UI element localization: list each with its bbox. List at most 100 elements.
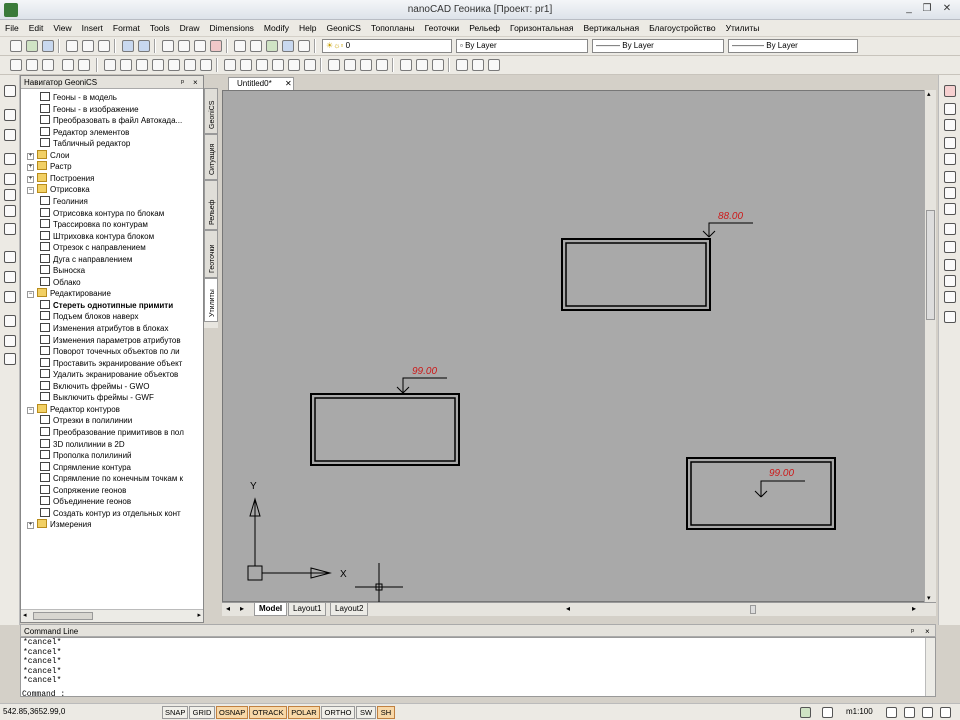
menu-dimensions[interactable]: Dimensions xyxy=(205,20,259,36)
polygon-icon[interactable] xyxy=(78,59,90,71)
expand-icon[interactable]: + xyxy=(27,175,34,183)
side-tab-geotochki[interactable]: Геоточки xyxy=(204,230,218,278)
menu-insert[interactable]: Insert xyxy=(77,20,108,36)
close-window-button[interactable]: ✕ xyxy=(940,3,954,16)
sw-toggle[interactable]: SW xyxy=(356,706,376,719)
scale-icon[interactable] xyxy=(200,59,212,71)
layers-icon[interactable] xyxy=(266,40,278,52)
spline-icon[interactable] xyxy=(152,59,164,71)
minimize-button[interactable]: _ xyxy=(902,3,916,16)
tree-item[interactable]: Выноска xyxy=(40,265,85,277)
tree-item[interactable]: Табличный редактор xyxy=(40,138,130,150)
insert-block-tool-icon[interactable] xyxy=(4,271,16,283)
tree-item[interactable]: Подъем блоков наверх xyxy=(40,311,138,323)
parcel-rectangle-2[interactable] xyxy=(310,393,460,466)
expand-icon[interactable]: + xyxy=(27,152,34,160)
tree-item[interactable]: Сопряжение геонов xyxy=(40,484,126,497)
collapse-icon[interactable]: − xyxy=(27,187,34,195)
color-combo[interactable]: ▫ By Layer xyxy=(456,39,588,53)
menu-draw[interactable]: Draw xyxy=(175,20,205,36)
move-icon[interactable] xyxy=(184,59,196,71)
snap-toggle[interactable]: SNAP xyxy=(162,706,188,719)
tree-item[interactable]: Облако xyxy=(40,276,81,289)
menu-relief[interactable]: Рельеф xyxy=(464,20,505,36)
menu-improvement[interactable]: Благоустройство xyxy=(644,20,721,36)
tree-folder[interactable]: + Измерения xyxy=(27,519,91,531)
menu-geonics[interactable]: GeoniCS xyxy=(321,20,366,36)
parcel-rectangle-1[interactable] xyxy=(561,238,711,311)
scroll-thumb[interactable] xyxy=(33,612,93,620)
fillet-tool-icon[interactable] xyxy=(944,311,956,323)
sh-toggle[interactable]: SH xyxy=(377,706,395,719)
scroll-right-icon[interactable]: ▸ xyxy=(197,611,201,619)
command-scrollbar[interactable] xyxy=(925,638,935,696)
rotate-icon[interactable] xyxy=(168,59,180,71)
tree-item[interactable]: Геоны - в изображение xyxy=(40,103,139,116)
redo-icon[interactable] xyxy=(138,40,150,52)
lock-icon[interactable] xyxy=(822,707,833,718)
settings-icon[interactable] xyxy=(922,707,933,718)
new-file-icon[interactable] xyxy=(10,40,22,52)
clean-screen-icon[interactable] xyxy=(904,707,915,718)
ortho-toggle[interactable]: ORTHO xyxy=(321,706,355,719)
tree-item[interactable]: Преобразовать в файл Автокада... xyxy=(40,115,182,127)
eye-tool-icon[interactable] xyxy=(4,315,16,327)
regen-icon[interactable] xyxy=(304,59,316,71)
arc-icon[interactable] xyxy=(120,59,132,71)
tree-item[interactable]: Изменения параметров атрибутов xyxy=(40,334,181,347)
region-tool-icon[interactable] xyxy=(4,353,16,365)
side-tab-utilities[interactable]: Утилиты xyxy=(204,278,218,322)
lineweight-combo[interactable]: ———— By Layer xyxy=(728,39,858,53)
expand-icon[interactable]: + xyxy=(27,164,34,172)
polyline-tool-icon[interactable] xyxy=(4,189,16,201)
maximize-button[interactable]: ❐ xyxy=(920,3,934,16)
side-tab-relief[interactable]: Рельеф xyxy=(204,180,218,230)
snap-node-icon[interactable] xyxy=(376,59,388,71)
design-center-icon[interactable] xyxy=(298,40,310,52)
open-file-icon[interactable] xyxy=(26,40,38,52)
tree-item[interactable]: Трассировка по контурам xyxy=(40,219,148,231)
grid-toggle[interactable]: GRID xyxy=(189,706,215,719)
menu-geotochki[interactable]: Геоточки xyxy=(420,20,465,36)
snap-center-icon[interactable] xyxy=(360,59,372,71)
line-icon[interactable] xyxy=(10,59,22,71)
tree-item[interactable]: Изменения атрибутов в блоках xyxy=(40,323,168,335)
snap-mid-icon[interactable] xyxy=(344,59,356,71)
arc-tool-icon[interactable] xyxy=(4,109,16,121)
line-tool-icon[interactable] xyxy=(4,85,16,97)
tree-item[interactable]: Стереть однотипные примити xyxy=(40,299,173,312)
snap-end-icon[interactable] xyxy=(328,59,340,71)
tree-item[interactable]: Создать контур из отдельных конт xyxy=(40,507,181,520)
otrack-toggle[interactable]: OTRACK xyxy=(249,706,287,719)
block-editor-icon[interactable] xyxy=(250,40,262,52)
tree-item[interactable]: Отрисовка контура по блокам xyxy=(40,207,164,220)
tree-item[interactable]: Отрезки в полилинии xyxy=(40,415,132,427)
tree-item[interactable]: Редактор элементов xyxy=(40,126,129,139)
hscroll-right-icon[interactable]: ▸ xyxy=(912,604,916,613)
paste-icon[interactable] xyxy=(194,40,206,52)
tab-layout2[interactable]: Layout2 xyxy=(330,603,369,616)
linetype-combo[interactable]: ——— By Layer xyxy=(592,39,724,53)
horizontal-scroll-thumb[interactable] xyxy=(750,605,756,614)
hscroll-left-icon[interactable]: ◂ xyxy=(566,604,570,613)
copy-icon[interactable] xyxy=(178,40,190,52)
tree-item[interactable]: Проставить экранирование объект xyxy=(40,357,182,370)
mirror-tool-icon[interactable] xyxy=(944,137,956,149)
menu-format[interactable]: Format xyxy=(108,20,145,36)
side-tab-geonics[interactable]: GeoniCS xyxy=(204,88,218,134)
pan-icon[interactable] xyxy=(288,59,300,71)
tree-folder[interactable]: − Редактирование xyxy=(27,288,111,300)
delete-icon[interactable] xyxy=(210,40,222,52)
tab-scroll-left-icon[interactable]: ◂ xyxy=(226,604,230,613)
tab-model[interactable]: Model xyxy=(254,603,288,616)
document-tab[interactable]: Untitled0* ✕ xyxy=(228,77,294,90)
navigator-close-button[interactable]: × xyxy=(193,76,198,89)
properties-icon[interactable] xyxy=(282,40,294,52)
print-preview-icon[interactable] xyxy=(82,40,94,52)
workspace-icon[interactable] xyxy=(886,707,897,718)
menu-view[interactable]: View xyxy=(48,20,76,36)
stretch-tool-icon[interactable] xyxy=(944,223,956,235)
tree-item[interactable]: Геоны - в модель xyxy=(40,92,117,104)
zoom-previous-icon[interactable] xyxy=(272,59,284,71)
tree-item[interactable]: Поворот точечных объектов по ли xyxy=(40,346,180,358)
